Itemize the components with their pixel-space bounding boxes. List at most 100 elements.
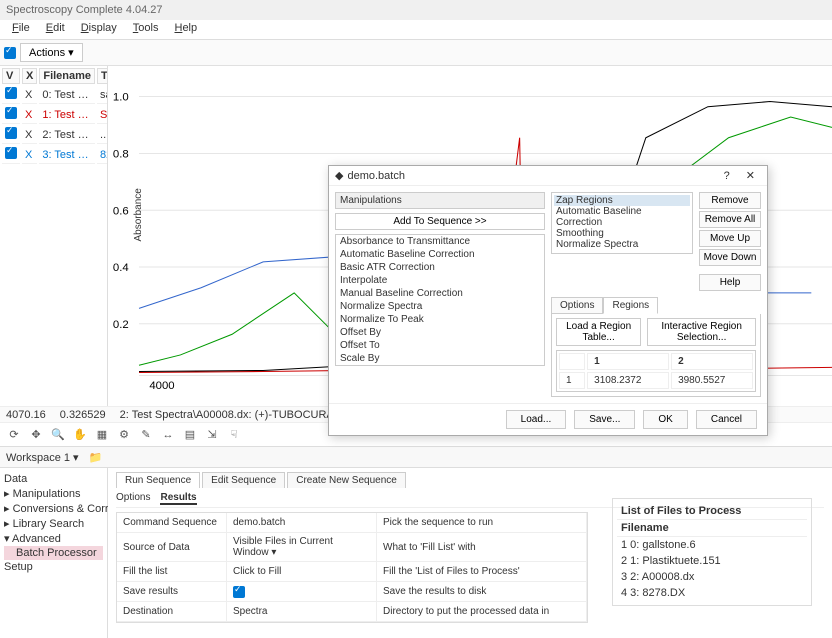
- col-title[interactable]: Title: [97, 68, 108, 84]
- table-row[interactable]: X2: Test Sp......: [2, 126, 108, 144]
- regions-pane: Load a Region Table... Interactive Regio…: [551, 314, 761, 397]
- remove-button[interactable]: Remove: [699, 192, 761, 209]
- checkbox-icon[interactable]: [4, 47, 16, 59]
- menu-file[interactable]: File: [4, 20, 38, 39]
- list-item[interactable]: 4 3: 8278.DX: [617, 585, 807, 601]
- hand-icon[interactable]: ☟: [226, 427, 242, 443]
- cursor-icon[interactable]: ✥: [28, 427, 44, 443]
- table-row[interactable]: X1: Test Sp...Sa...: [2, 106, 108, 124]
- region-col-2: 2: [671, 353, 753, 370]
- list-item[interactable]: Automatic Baseline Correction: [554, 206, 690, 228]
- dialog-footer: Load... Save... OK Cancel: [329, 403, 767, 435]
- files-col: Filename: [617, 520, 807, 537]
- list-item[interactable]: Interpolate: [336, 274, 544, 287]
- list-item[interactable]: Offset To: [336, 339, 544, 352]
- subtab-options[interactable]: Options: [116, 492, 150, 505]
- toolbar: Actions ▾: [0, 40, 832, 66]
- table-row[interactable]: X3: Test Sp...8278: [2, 146, 108, 164]
- nav-tree[interactable]: Data ▸ Manipulations ▸ Conversions & Cor…: [0, 468, 108, 638]
- table-row[interactable]: X0: Test Sp...sa...: [2, 86, 108, 104]
- manipulations-list[interactable]: Absorbance to TransmittanceAutomatic Bas…: [335, 234, 545, 366]
- list-item[interactable]: Normalize To Peak: [336, 313, 544, 326]
- actions-dropdown[interactable]: Actions ▾: [20, 43, 83, 62]
- file-table[interactable]: V X Filename Title X0: Test Sp...sa... X1…: [0, 66, 108, 166]
- help-button[interactable]: Help: [699, 274, 761, 291]
- list-item[interactable]: 2 1: Plastiktuete.151: [617, 553, 807, 569]
- remove-all-button[interactable]: Remove All: [699, 211, 761, 228]
- list-item[interactable]: Smoothing: [554, 228, 690, 239]
- svg-text:0.6: 0.6: [113, 205, 129, 217]
- tree-library-search[interactable]: ▸ Library Search: [4, 516, 103, 531]
- list-item[interactable]: Scale To: [336, 365, 544, 366]
- svg-text:0.8: 0.8: [113, 148, 129, 160]
- move-up-button[interactable]: Move Up: [699, 230, 761, 247]
- settings-icon[interactable]: ⚙: [116, 427, 132, 443]
- list-item[interactable]: Scale By: [336, 352, 544, 365]
- region-val-2[interactable]: 3980.5527: [671, 372, 753, 389]
- measure-icon[interactable]: ↔: [160, 427, 176, 443]
- files-to-process[interactable]: List of Files to Process Filename 1 0: g…: [612, 498, 812, 606]
- tree-conversions[interactable]: ▸ Conversions & Corrections: [4, 501, 103, 516]
- col-x[interactable]: X: [22, 68, 37, 84]
- save-button[interactable]: Save...: [574, 410, 635, 429]
- subtab-results[interactable]: Results: [160, 492, 196, 505]
- tab-edit-sequence[interactable]: Edit Sequence: [202, 472, 285, 488]
- edit-icon[interactable]: ✎: [138, 427, 154, 443]
- sequence-list[interactable]: Zap RegionsAutomatic Baseline Correction…: [551, 192, 693, 254]
- workspace-selector[interactable]: Workspace 1 ▾: [6, 451, 79, 464]
- help-icon[interactable]: ?: [718, 170, 736, 182]
- menu-tools[interactable]: Tools: [125, 20, 167, 39]
- tree-batch-processor[interactable]: Batch Processor: [4, 546, 103, 560]
- dialog-title: demo.batch: [347, 170, 404, 182]
- move-down-button[interactable]: Move Down: [699, 249, 761, 266]
- col-filename[interactable]: Filename: [39, 68, 95, 84]
- tree-data[interactable]: Data: [4, 472, 103, 486]
- menu-display[interactable]: Display: [73, 20, 125, 39]
- export-icon[interactable]: ⇲: [204, 427, 220, 443]
- folder-icon[interactable]: 📁: [89, 451, 103, 464]
- list-item[interactable]: Zap Regions: [554, 195, 690, 206]
- tree-manipulations[interactable]: ▸ Manipulations: [4, 486, 103, 501]
- cursor-x: 4070.16: [6, 409, 46, 421]
- dialog-icon: ◆: [335, 169, 343, 182]
- list-item[interactable]: 3 2: A00008.dx: [617, 569, 807, 585]
- list-item[interactable]: 1 0: gallstone.6: [617, 537, 807, 553]
- tree-advanced[interactable]: ▾ Advanced: [4, 531, 103, 546]
- tab-run-sequence[interactable]: Run Sequence: [116, 472, 200, 488]
- add-to-sequence-button[interactable]: Add To Sequence >>: [335, 213, 545, 230]
- zoom-icon[interactable]: 🔍: [50, 427, 66, 443]
- close-icon[interactable]: ✕: [740, 169, 761, 182]
- list-item[interactable]: Automatic Baseline Correction: [336, 248, 544, 261]
- pan-icon[interactable]: ✋: [72, 427, 88, 443]
- svg-text:1.0: 1.0: [113, 92, 129, 104]
- batch-tabs: Run Sequence Edit Sequence Create New Se…: [116, 472, 824, 488]
- chart-icon[interactable]: ▦: [94, 427, 110, 443]
- grid-icon[interactable]: ▤: [182, 427, 198, 443]
- list-item[interactable]: Offset By: [336, 326, 544, 339]
- load-region-table-button[interactable]: Load a Region Table...: [556, 318, 641, 346]
- tree-setup[interactable]: Setup: [4, 560, 103, 574]
- tab-regions[interactable]: Regions: [603, 297, 658, 314]
- list-item[interactable]: Normalize Spectra: [336, 300, 544, 313]
- ok-button[interactable]: OK: [643, 410, 687, 429]
- svg-text:0.2: 0.2: [113, 319, 129, 331]
- region-val-1[interactable]: 3108.2372: [587, 372, 669, 389]
- menubar: File Edit Display Tools Help: [0, 20, 832, 40]
- option-region-tabs: Options Regions: [551, 297, 761, 314]
- menu-edit[interactable]: Edit: [38, 20, 73, 39]
- region-table[interactable]: 12 13108.23723980.5527: [556, 350, 756, 392]
- interactive-region-button[interactable]: Interactive Region Selection...: [647, 318, 756, 346]
- refresh-icon[interactable]: ⟳: [6, 427, 22, 443]
- col-v[interactable]: V: [2, 68, 20, 84]
- tab-options[interactable]: Options: [551, 297, 603, 314]
- tab-create-sequence[interactable]: Create New Sequence: [287, 472, 406, 488]
- cancel-button[interactable]: Cancel: [696, 410, 757, 429]
- list-item[interactable]: Normalize Spectra: [554, 239, 690, 250]
- list-item[interactable]: Basic ATR Correction: [336, 261, 544, 274]
- batch-options-grid[interactable]: Command Sequencedemo.batchPick the seque…: [116, 512, 588, 623]
- list-item[interactable]: Absorbance to Transmittance: [336, 235, 544, 248]
- load-button[interactable]: Load...: [506, 410, 567, 429]
- menu-help[interactable]: Help: [166, 20, 205, 39]
- list-item[interactable]: Manual Baseline Correction: [336, 287, 544, 300]
- file-list-panel: V X Filename Title X0: Test Sp...sa... X1…: [0, 66, 108, 406]
